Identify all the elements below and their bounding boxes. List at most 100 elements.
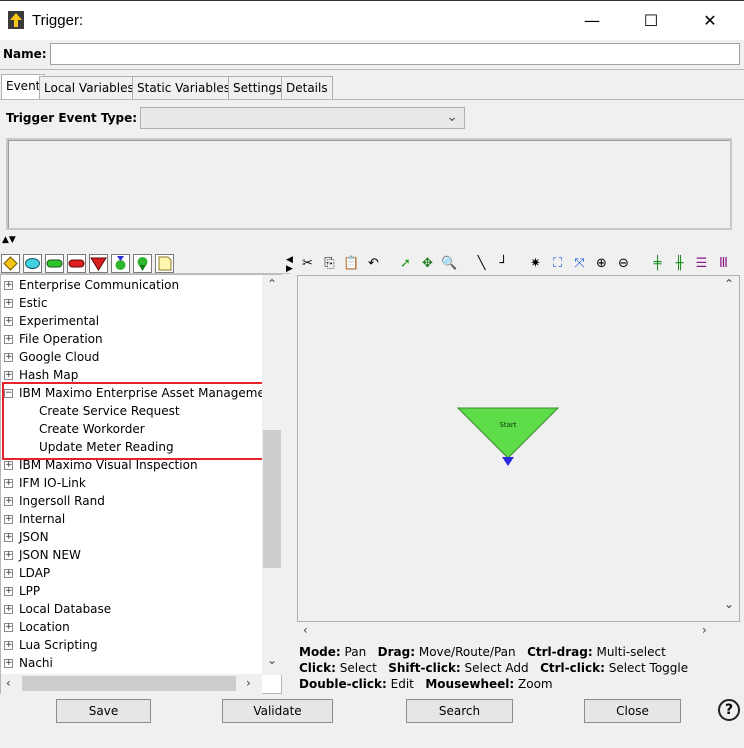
scroll-down-icon[interactable]: ⌄	[267, 653, 277, 667]
oval-icon[interactable]	[23, 254, 42, 273]
zoom-out-icon[interactable]: ⊖	[614, 254, 633, 273]
diamond-icon[interactable]	[1, 254, 20, 273]
tree-item[interactable]: + Nachi	[4, 654, 53, 672]
fit-selection-icon[interactable]: ⤧	[570, 254, 589, 273]
status-value: Move/Route/Pan	[418, 645, 516, 659]
hourglass-icon[interactable]	[111, 254, 130, 273]
tree-item-label: Ingersoll Rand	[19, 494, 105, 508]
help-icon[interactable]: ?	[718, 699, 740, 721]
paste-icon[interactable]: 📋	[342, 254, 361, 273]
cut-icon[interactable]: ✂	[298, 254, 317, 273]
expand-icon[interactable]: +	[4, 605, 13, 614]
tab-static-variables[interactable]: Static Variables	[132, 76, 235, 99]
canvas-vertical-scrollbar[interactable]: ⌃ ⌄	[720, 275, 740, 620]
tree-item[interactable]: + Google Cloud	[4, 348, 99, 366]
panel-collapse-icon[interactable]: ◀ ▶	[286, 256, 293, 274]
select-pointer-icon[interactable]: ➚	[396, 254, 415, 273]
maximize-button[interactable]: ☐	[637, 9, 665, 33]
tree-item-label: Lua Scripting	[19, 638, 98, 652]
scroll-left-icon[interactable]: ‹	[303, 623, 308, 637]
tree-item[interactable]: + Location	[4, 618, 70, 636]
distribute-horizontal-icon[interactable]: ☰	[692, 254, 711, 273]
start-port-icon[interactable]	[502, 457, 514, 466]
tree-vertical-scroll-thumb[interactable]	[263, 430, 281, 568]
zoom-in-icon[interactable]: ⊕	[592, 254, 611, 273]
red-pill-icon[interactable]	[67, 254, 86, 273]
tree-horizontal-scroll-thumb[interactable]	[22, 676, 236, 691]
scroll-right-icon[interactable]: ›	[246, 676, 251, 690]
expand-icon[interactable]: +	[4, 515, 13, 524]
expand-icon[interactable]: +	[4, 623, 13, 632]
tree-item[interactable]: + Ingersoll Rand	[4, 492, 105, 510]
tree-item-label: LPP	[19, 584, 41, 598]
start-node[interactable]: Start	[456, 406, 560, 468]
scroll-left-icon[interactable]: ‹	[6, 676, 11, 690]
expand-icon[interactable]: +	[4, 281, 13, 290]
expand-icon[interactable]: +	[4, 335, 13, 344]
scroll-up-icon[interactable]: ⌃	[724, 277, 734, 291]
tree-item[interactable]: + Estic	[4, 294, 47, 312]
align-vertical-icon[interactable]: ╫	[670, 254, 689, 273]
tree-item[interactable]: + IFM IO-Link	[4, 474, 86, 492]
tab-settings[interactable]: Settings	[228, 76, 288, 99]
note-icon[interactable]	[155, 254, 174, 273]
tree-item[interactable]: + Internal	[4, 510, 65, 528]
splitter-arrows-icon[interactable]: ▲▼	[2, 236, 16, 245]
pin-icon[interactable]	[133, 254, 152, 273]
save-button[interactable]: Save	[56, 699, 151, 723]
minimize-button[interactable]: —	[578, 9, 606, 33]
tree-item[interactable]: + LDAP	[4, 564, 50, 582]
route-icon[interactable]: ┘	[494, 254, 513, 273]
tree-item[interactable]: + Local Database	[4, 600, 111, 618]
search-button[interactable]: Search	[406, 699, 513, 723]
fit-icon[interactable]: ⛶	[548, 254, 567, 273]
tree-item[interactable]: + File Operation	[4, 330, 103, 348]
expand-icon[interactable]: +	[4, 659, 13, 668]
scroll-right-icon[interactable]: ›	[702, 623, 707, 637]
name-label: Name:	[3, 47, 47, 61]
expand-icon[interactable]: +	[4, 551, 13, 560]
align-horizontal-icon[interactable]: ╪	[648, 254, 667, 273]
close-window-button[interactable]: ✕	[696, 9, 724, 33]
red-triangle-icon[interactable]	[89, 254, 108, 273]
tree-item[interactable]: + JSON	[4, 528, 49, 546]
expand-icon[interactable]: +	[4, 299, 13, 308]
expand-icon[interactable]: +	[4, 587, 13, 596]
zoom-icon[interactable]: 🔍	[440, 254, 459, 273]
pan-icon[interactable]: ✥	[418, 254, 437, 273]
trigger-event-type-select[interactable]: ⌄	[140, 107, 465, 129]
workflow-canvas[interactable]: Start	[297, 275, 740, 622]
scroll-down-icon[interactable]: ⌄	[724, 597, 734, 611]
expand-icon[interactable]: +	[4, 317, 13, 326]
green-pill-icon[interactable]	[45, 254, 64, 273]
expand-icon[interactable]: +	[4, 461, 13, 470]
expand-icon[interactable]: +	[4, 533, 13, 542]
undo-icon[interactable]: ↶	[364, 254, 383, 273]
tree-item-label: Local Database	[19, 602, 112, 616]
copy-icon[interactable]: ⎘	[320, 254, 339, 273]
canvas-horizontal-scrollbar[interactable]: ‹ ›	[298, 622, 720, 640]
tree-item[interactable]: + Experimental	[4, 312, 99, 330]
tree-item-label: IBM Maximo Visual Inspection	[19, 458, 198, 472]
expand-icon[interactable]: +	[4, 569, 13, 578]
expand-icon[interactable]: +	[4, 497, 13, 506]
event-description-area[interactable]	[6, 138, 732, 230]
scroll-up-icon[interactable]: ⌃	[267, 277, 277, 291]
tab-local-variables[interactable]: Local Variables	[39, 76, 139, 99]
name-input[interactable]	[50, 43, 740, 65]
expand-icon[interactable]: +	[4, 371, 13, 380]
status-value: Select Add	[464, 661, 529, 675]
expand-icon[interactable]: +	[4, 479, 13, 488]
expand-icon[interactable]: +	[4, 641, 13, 650]
tree-item[interactable]: + Lua Scripting	[4, 636, 98, 654]
tree-item[interactable]: + Enterprise Communication	[4, 276, 179, 294]
tab-details[interactable]: Details	[281, 76, 333, 99]
close-button[interactable]: Close	[584, 699, 681, 723]
distribute-vertical-icon[interactable]: Ⅲ	[714, 254, 733, 273]
tree-item[interactable]: + LPP	[4, 582, 40, 600]
line-icon[interactable]: ╲	[472, 254, 491, 273]
tree-item[interactable]: + JSON NEW	[4, 546, 81, 564]
select-all-icon[interactable]: ✷	[526, 254, 545, 273]
expand-icon[interactable]: +	[4, 353, 13, 362]
validate-button[interactable]: Validate	[222, 699, 333, 723]
